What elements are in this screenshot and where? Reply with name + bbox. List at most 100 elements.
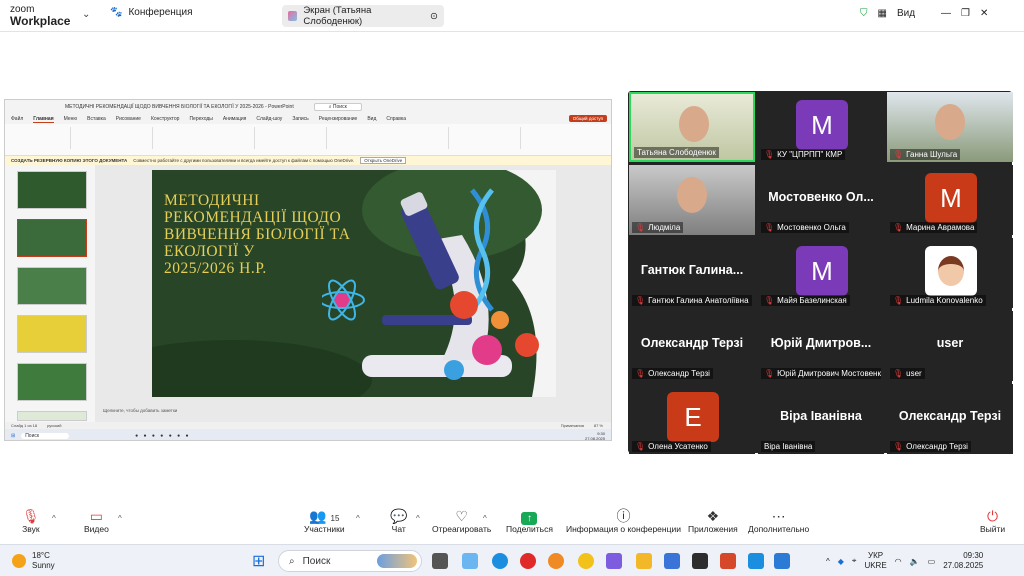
chat-button[interactable]: 💬 Чат <box>390 508 407 534</box>
participant-tile[interactable]: Гантюк Галина... 🎙 Гантюк Галина Анатоліїв… <box>629 238 755 308</box>
slide-canvas[interactable]: МЕТОДИЧНІ РЕКОМЕНДАЦІЇ ЩОДО ВИВЧЕННЯ БІО… <box>152 170 556 397</box>
participant-tile[interactable]: Мостовенко Ол... 🎙 Мостовенко Ольга <box>758 165 884 235</box>
inner-search[interactable]: Поиск <box>21 432 70 439</box>
slide-thumb[interactable] <box>17 267 87 305</box>
file-explorer-icon[interactable] <box>636 553 652 569</box>
volume-icon[interactable]: 🔈 <box>910 557 920 566</box>
participant-tile[interactable]: Олександр Терзі 🎙 Олександр Терзі <box>629 311 755 381</box>
copilot-icon[interactable] <box>606 553 622 569</box>
ppt-menu-item[interactable]: Вид <box>367 116 376 122</box>
audio-options-caret-icon[interactable]: ^ <box>52 514 56 523</box>
battery-icon[interactable]: ▭ <box>928 557 936 566</box>
slide-thumb[interactable] <box>17 171 87 209</box>
chevron-down-icon[interactable]: ⌄ <box>82 9 90 20</box>
ribbon-group-font[interactable] <box>165 127 255 149</box>
widgets-icon[interactable] <box>462 553 478 569</box>
ribbon-group-clipboard[interactable] <box>11 127 71 149</box>
ppt-menu-item[interactable]: Запись <box>292 116 308 122</box>
ppt-menu-item[interactable]: Рецензирование <box>319 116 358 122</box>
participant-tile[interactable]: 🎙 Ludmila Konovalenko <box>887 238 1013 308</box>
opera-icon[interactable] <box>520 553 536 569</box>
slide-thumb[interactable] <box>17 219 87 257</box>
task-view-icon[interactable] <box>432 553 448 569</box>
notes-placeholder[interactable]: Щелкните, чтобы добавить заметки <box>103 408 177 413</box>
audio-button[interactable]: 🎙 Звук <box>22 508 40 534</box>
participant-tile[interactable]: 🎙 Ганна Шульга <box>887 92 1013 162</box>
participant-tile[interactable]: Віра Іванівна Віра Іванівна <box>758 384 884 454</box>
ribbon-group-slides[interactable] <box>83 127 153 149</box>
weather-widget[interactable]: 18°C Sunny <box>12 551 55 571</box>
status-notes-button[interactable]: Примечания <box>561 423 584 428</box>
view-button[interactable]: Вид <box>897 8 915 19</box>
security-shield-icon[interactable]: ⛉ <box>860 8 868 19</box>
tray-overflow-icon[interactable]: ^ <box>826 557 830 566</box>
taskbar-search[interactable]: ⌕ Поиск <box>278 550 422 572</box>
ppt-menu-item[interactable]: Рисование <box>116 116 141 122</box>
minimize-icon[interactable]: — <box>941 8 951 19</box>
ppt-menu-item[interactable]: Конструктор <box>151 116 180 122</box>
meeting-info-button[interactable]: ⓘ Информация о конференции <box>566 508 681 534</box>
more-button[interactable]: ⋯ Дополнительно <box>748 508 809 534</box>
ribbon-group-drawing[interactable] <box>339 127 449 149</box>
react-options-caret-icon[interactable]: ^ <box>483 514 487 523</box>
participant-tile[interactable]: E 🎙 Олена Усатенко <box>629 384 755 454</box>
screen-tab[interactable]: Экран (Татьяна Слободенюк) ⊙ <box>282 5 444 27</box>
share-screen-button[interactable]: ↑ Поделиться <box>506 508 553 534</box>
language-indicator[interactable]: УКР UKRE <box>864 551 886 571</box>
ribbon-group-editing[interactable] <box>461 127 521 149</box>
participant-name: Мостовенко Ольга <box>777 223 846 232</box>
word-icon[interactable] <box>774 553 790 569</box>
ribbon-group-designer[interactable] <box>533 127 573 149</box>
participant-tile[interactable]: Татьяна Слободенюк <box>629 92 755 162</box>
terminal-icon[interactable] <box>692 553 708 569</box>
view-grid-icon[interactable]: ▦ <box>878 8 887 19</box>
slide-thumb[interactable] <box>17 411 87 421</box>
firefox-icon[interactable] <box>548 553 564 569</box>
ppt-search-box[interactable]: ⌕ Поиск <box>313 103 362 111</box>
ppt-menu-item[interactable]: Анимация <box>223 116 246 122</box>
edge-icon[interactable] <box>492 553 508 569</box>
powerpoint-icon[interactable] <box>720 553 736 569</box>
inner-start-icon[interactable]: ⊞ <box>11 433 15 439</box>
more-options-icon[interactable]: ⊙ <box>430 11 438 22</box>
ppt-menu-item[interactable]: Файл <box>11 116 23 122</box>
status-zoom[interactable]: 87 % <box>594 423 603 428</box>
slide-thumb[interactable] <box>17 315 87 353</box>
participant-tile[interactable]: Олександр Терзі 🎙 Олександр Терзі <box>887 384 1013 454</box>
location-icon[interactable]: ⌖ <box>852 556 857 566</box>
participant-tile[interactable]: Юрій Дмитров... 🎙 Юрій Дмитрович Мостовенк… <box>758 311 884 381</box>
wifi-icon[interactable]: ◠ <box>895 557 902 566</box>
share-button[interactable]: Общий доступ <box>568 115 607 122</box>
chat-options-caret-icon[interactable]: ^ <box>416 514 420 523</box>
ppt-menu-item[interactable]: Меню <box>64 116 78 122</box>
zoom-app-icon[interactable] <box>748 553 764 569</box>
open-onedrive-button[interactable]: Открыть OneDrive <box>360 157 407 164</box>
participant-name-label: 🎙 user <box>890 368 925 379</box>
leave-button[interactable]: ⏻ Выйти <box>980 508 1005 534</box>
participant-tile[interactable]: M 🎙 Марина Аврамова <box>887 165 1013 235</box>
video-button[interactable]: ▭ Видео <box>84 508 109 534</box>
participants-button[interactable]: 👥 15 Участники <box>304 508 345 534</box>
participant-tile[interactable]: M 🎙 КУ "ЦПРПП" КМР <box>758 92 884 162</box>
restore-icon[interactable]: ❐ <box>961 8 970 19</box>
participant-tile[interactable]: user 🎙 user <box>887 311 1013 381</box>
video-options-caret-icon[interactable]: ^ <box>118 514 122 523</box>
conference-tab[interactable]: 🐾 Конференция <box>110 7 193 18</box>
participant-tile[interactable]: M 🎙 Майя Базелинская <box>758 238 884 308</box>
ppt-menu-item[interactable]: Главная <box>33 116 54 123</box>
dropbox-icon[interactable]: ◆ <box>838 557 844 566</box>
clock[interactable]: 09:30 27.08.2025 <box>943 551 983 571</box>
ribbon-group-paragraph[interactable] <box>267 127 327 149</box>
store-icon[interactable] <box>664 553 680 569</box>
ppt-menu-item[interactable]: Слайд-шоу <box>256 116 282 122</box>
start-icon[interactable]: ⊞ <box>252 551 265 571</box>
ppt-menu-item[interactable]: Переходы <box>189 116 212 122</box>
close-icon[interactable]: ✕ <box>980 8 988 19</box>
slide-thumb[interactable] <box>17 363 87 401</box>
chrome-icon[interactable] <box>578 553 594 569</box>
apps-button[interactable]: ❖ Приложения <box>688 508 738 534</box>
ppt-menu-item[interactable]: Справка <box>386 116 406 122</box>
participant-tile[interactable]: 🎙 Людміла <box>629 165 755 235</box>
ppt-menu-item[interactable]: Вставка <box>87 116 106 122</box>
participants-options-caret-icon[interactable]: ^ <box>356 514 360 523</box>
